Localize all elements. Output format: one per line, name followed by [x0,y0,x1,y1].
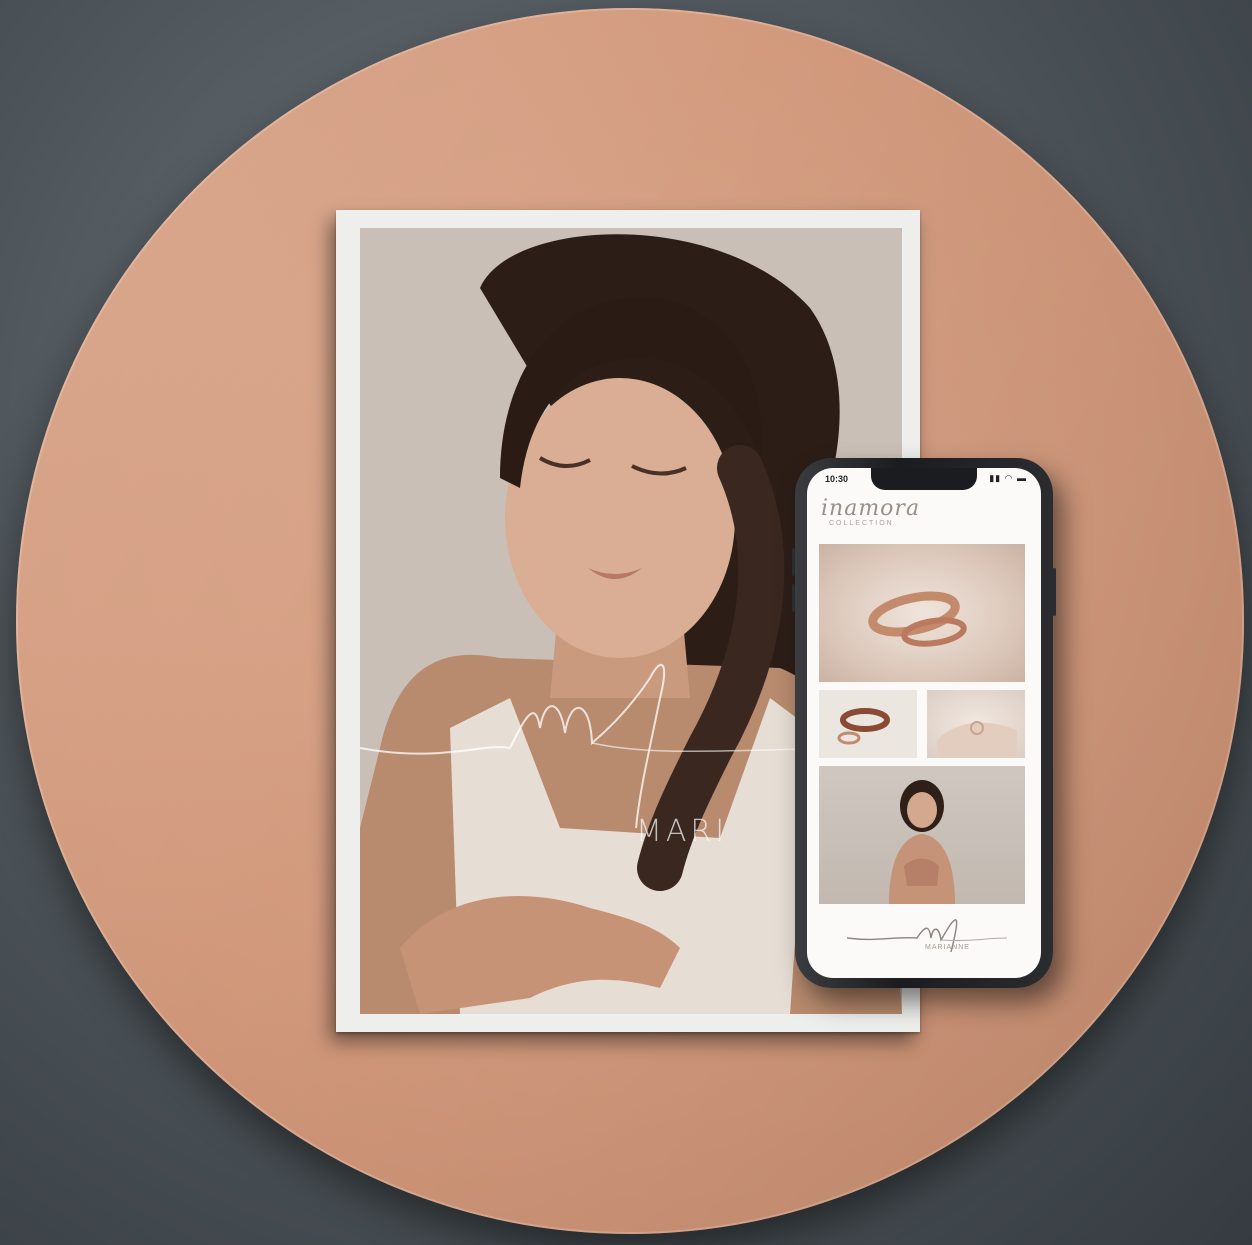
ring-photo-tile[interactable] [819,544,1025,682]
status-icons: ▮▮ ◠ ▬ [989,473,1027,483]
brand-name-text: MARI [636,814,729,849]
app-subtitle: COLLECTION [829,520,894,527]
power-button [1053,568,1056,616]
app-title: inamora [821,496,921,521]
rings-illustration [868,591,967,647]
ring-illustration [837,708,890,745]
hands-photo-tile[interactable] [927,690,1025,758]
footer-brand-text: MARIANNE [925,944,970,951]
model-photo-tile[interactable] [819,766,1025,904]
volume-button [792,584,795,612]
phone-notch [871,468,977,490]
volume-button [792,548,795,576]
hands-illustration [937,721,1017,758]
ring-closeup-tile[interactable] [819,690,917,758]
phone-screen: 10:30 ▮▮ ◠ ▬ inamora COLLECTION MARIANNE [807,468,1041,978]
smartphone-mockup: 10:30 ▮▮ ◠ ▬ inamora COLLECTION MARIANNE [792,458,1056,988]
status-time: 10:30 [825,474,849,484]
model-illustration [889,780,955,904]
